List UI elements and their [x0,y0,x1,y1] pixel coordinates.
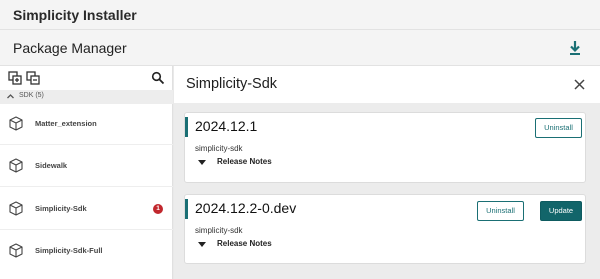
update-button[interactable]: Update [540,201,582,221]
sidebar-item-simplicity-sdk[interactable]: Simplicity-Sdk 1 [0,189,173,230]
sidebar-item-matter-extension[interactable]: Matter_extension [0,104,173,145]
version-card: 2024.12.1 Uninstall simplicity-sdk Relea… [184,112,586,183]
version-accent-bar [185,199,188,219]
app-titlebar: Simplicity Installer [0,0,600,30]
sidebar-item-label: Sidewalk [35,161,68,170]
detail-header: Simplicity-Sdk [174,66,600,103]
search-icon[interactable] [151,71,165,85]
version-number: 2024.12.2-0.dev [195,200,297,216]
expand-all-icon[interactable] [8,71,22,85]
version-card: 2024.12.2-0.dev Uninstall Update simplic… [184,194,586,264]
sidebar-item-label: Simplicity-Sdk [35,204,87,213]
package-id: simplicity-sdk [195,144,243,153]
sdk-section-header[interactable]: SDK (5) [0,90,173,104]
sidebar-toolbar [0,66,173,90]
sidebar-item-label: Simplicity-Sdk-Full [35,246,103,255]
package-manager-title: Package Manager [13,40,127,56]
download-icon[interactable] [568,40,582,56]
uninstall-button[interactable]: Uninstall [477,201,524,221]
package-detail-panel: Simplicity-Sdk 2024.12.1 Uninstall simpl… [174,66,600,279]
package-icon [9,201,23,216]
package-icon [9,243,23,258]
update-count-badge: 1 [153,204,163,214]
version-number: 2024.12.1 [195,118,258,134]
version-accent-bar [185,117,188,137]
sdk-section-label: SDK (5) [19,92,44,99]
package-id: simplicity-sdk [195,226,243,235]
release-notes-toggle[interactable]: Release Notes [217,239,272,248]
release-notes-toggle[interactable]: Release Notes [217,157,272,166]
sidebar-item-simplicity-sdk-full[interactable]: Simplicity-Sdk-Full [0,231,173,272]
caret-down-icon[interactable] [198,160,206,165]
package-sidebar: SDK (5) Matter_extension Sidewalk Simpli… [0,66,173,279]
package-manager-header: Package Manager [0,30,600,66]
app-title: Simplicity Installer [13,7,137,23]
sidebar-item-label: Matter_extension [35,119,97,128]
package-icon [9,116,23,131]
caret-down-icon[interactable] [198,242,206,247]
chevron-up-icon [7,94,14,99]
close-icon[interactable] [573,78,586,91]
detail-title: Simplicity-Sdk [186,76,278,92]
package-icon [9,158,23,173]
uninstall-button[interactable]: Uninstall [535,118,582,138]
sidebar-item-sidewalk[interactable]: Sidewalk [0,146,173,187]
collapse-all-icon[interactable] [26,71,40,85]
